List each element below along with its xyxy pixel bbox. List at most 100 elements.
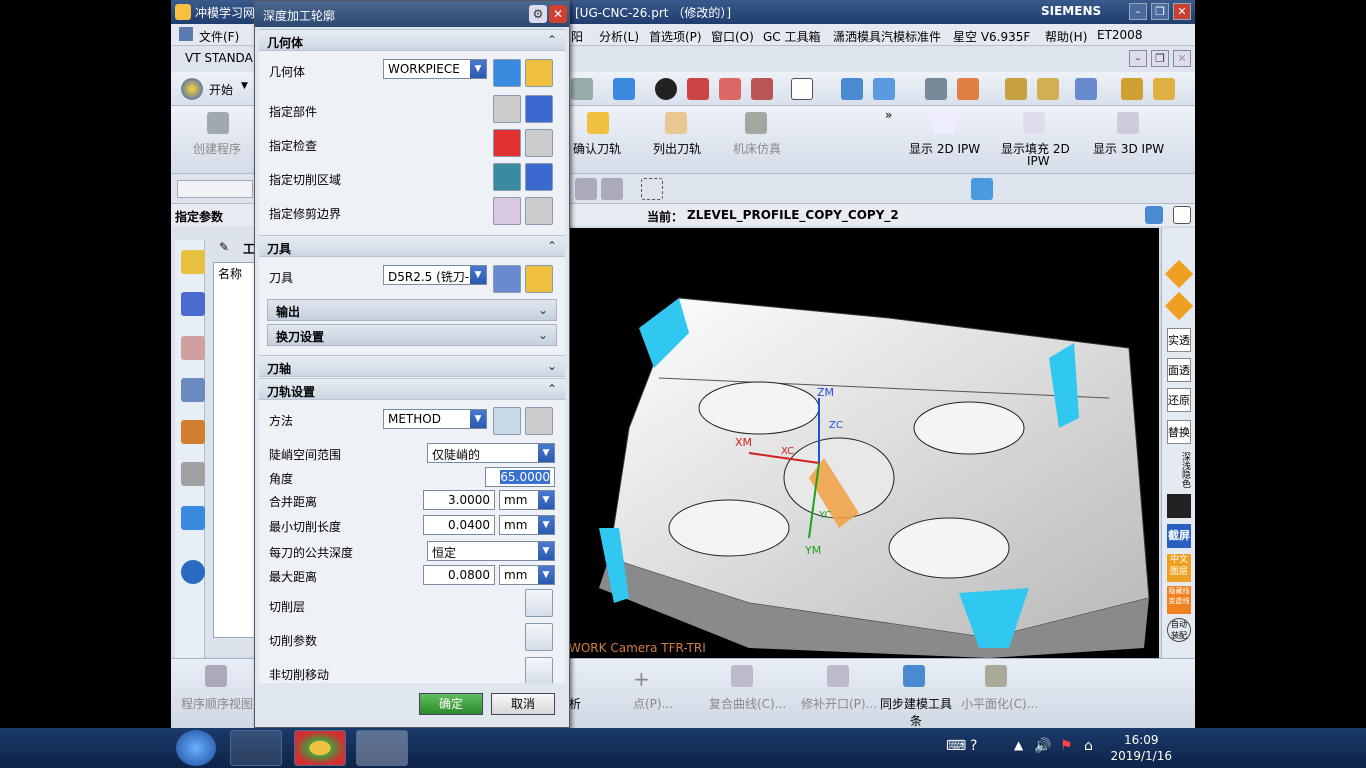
restore-icon[interactable]: ❐ [1151,3,1169,20]
flashlight-disabled-icon[interactable] [525,129,553,157]
method-edit-icon[interactable] [525,407,553,435]
tray-flag-icon[interactable]: ⚑ [1060,738,1073,754]
chevron-down-icon[interactable]: ▼ [538,491,554,509]
nav-library-icon[interactable] [181,506,205,530]
common-depth-select[interactable]: 恒定 ▼ [427,541,555,561]
extrude-icon[interactable] [687,78,709,100]
nav-parts-icon[interactable] [181,420,205,444]
display-icon[interactable] [655,78,677,100]
restore-button[interactable]: 还原 [1167,388,1191,412]
list-toolpath-button[interactable]: 列出刀轨 [653,140,701,157]
point-plus-icon[interactable]: + [633,667,650,691]
section-tool-axis[interactable]: 刀轴 ⌄ [259,355,565,377]
nav-machine-icon[interactable] [181,292,205,316]
section-path-settings[interactable]: 刀轨设置 ⌃ [259,378,565,400]
ruler-icon[interactable] [1153,78,1175,100]
specify-check-icon[interactable] [493,129,521,157]
composite-curve-icon[interactable] [731,665,753,687]
cube-small-icon[interactable] [971,178,993,200]
section-tool[interactable]: 刀具 ⌃ [259,235,565,257]
angle-input[interactable]: 65.0000 [485,467,555,487]
chinese-layer-button[interactable]: 中文图层 [1167,554,1191,582]
move-icon[interactable] [841,78,863,100]
doc-minimize-icon[interactable]: – [1129,50,1147,67]
nx-taskbar-icon[interactable] [356,730,408,766]
composite-curve-button[interactable]: 复合曲线(C)... [709,695,786,712]
start-dropdown-icon[interactable]: ▼ [241,81,248,91]
menu-mold-standard[interactable]: 潇洒模具汽模标准件 [833,28,941,45]
nav-program-icon[interactable] [181,250,205,274]
fit-icon[interactable] [1173,206,1191,224]
nx-start-icon[interactable] [181,78,203,100]
tray-up-icon[interactable]: ▲ [1014,738,1023,752]
show-filled-2d-ipw-line2[interactable]: IPW [1027,154,1050,168]
pan-tool-icon[interactable] [1164,291,1194,321]
flashlight-disabled-icon[interactable] [525,197,553,225]
ok-button[interactable]: 确定 [419,693,483,715]
white-box-icon[interactable] [791,78,813,100]
view-icon[interactable] [1145,206,1163,224]
nav-history-icon[interactable] [181,462,205,486]
section-geometry[interactable]: 几何体 ⌃ [259,29,565,51]
show-filled-2d-ipw-icon[interactable] [1023,112,1045,134]
column-name-header[interactable]: 名称 [218,265,242,282]
facet-button[interactable]: 小平面化(C)... [961,695,1038,712]
replace-button[interactable]: 替换 [1167,420,1191,444]
menu-window[interactable]: 窗口(O) [711,28,754,45]
block-icon[interactable] [613,78,635,100]
collapse-icon[interactable]: ⌃ [547,239,557,253]
layer-icon[interactable] [925,78,947,100]
filter-input[interactable] [177,180,253,198]
screenshot-button[interactable]: 截屏 [1167,524,1191,548]
face-transparent-button[interactable]: 面透 [1167,358,1191,382]
steep-range-select[interactable]: 仅陡峭的 ▼ [427,443,555,463]
graphics-viewport[interactable]: ZM XM YM ZC XC YC WORK Camera TFR-TRI [569,228,1159,658]
sketch-icon[interactable] [571,78,593,100]
method-select[interactable]: METHOD ▼ [383,409,487,429]
doc-close-icon[interactable]: ✕ [1173,50,1191,67]
section-icon[interactable] [751,78,773,100]
menu-gc-toolbox[interactable]: GC 工具箱 [763,28,821,45]
create-program-icon[interactable] [207,112,229,134]
chevron-down-icon[interactable]: ▼ [470,410,486,428]
transparent-button[interactable]: 实透 [1167,328,1191,352]
chevron-down-icon[interactable]: ▼ [538,516,554,534]
point-button[interactable]: 点(P)... [633,695,673,712]
clock[interactable]: 16:09 2019/1/16 [1110,732,1172,764]
navigator-pin-icon[interactable]: ✎ [219,240,229,254]
menu-file[interactable]: 文件(F) [199,28,239,45]
snap-tool-icon-1[interactable] [575,178,597,200]
flashlight-icon[interactable] [525,163,553,191]
analysis-partial[interactable]: 析 [569,695,581,712]
tray-keyboard-icon[interactable]: ⌨ [946,738,966,754]
tray-network-icon[interactable]: ⌂ [1084,738,1093,754]
menu-analysis[interactable]: 分析(L) [599,28,639,45]
verify-toolpath-icon[interactable] [587,112,609,134]
max-distance-input[interactable]: 0.0800 [423,565,495,585]
menu-preferences[interactable]: 首选项(P) [649,28,702,45]
facet-icon[interactable] [985,665,1007,687]
measure-icon[interactable] [1121,78,1143,100]
list-toolpath-icon[interactable] [665,112,687,134]
snap-icon[interactable] [1075,78,1097,100]
chevron-down-icon[interactable]: ▼ [538,444,554,462]
program-order-view[interactable]: 程序顺序视图 [181,695,253,712]
order-view-icon[interactable] [205,665,227,687]
depth-color-button[interactable]: 深浅隐色 [1167,452,1191,488]
method-new-icon[interactable] [493,407,521,435]
doc-restore-icon[interactable]: ❐ [1151,50,1169,67]
nav-info-icon[interactable] [181,560,205,584]
tool-select[interactable]: D5R2.5 (铣刀-5 ▼ [383,265,487,285]
cut-levels-icon[interactable] [525,589,553,617]
expand-icon[interactable]: ⌄ [538,328,548,342]
subsection-output[interactable]: 输出 ⌄ [267,299,557,321]
sync-modeling-icon[interactable] [903,665,925,687]
snap-tool-icon-2[interactable] [601,178,623,200]
flashlight-icon[interactable] [525,95,553,123]
show-2d-ipw-icon[interactable] [933,112,955,134]
cancel-button[interactable]: 取消 [491,693,555,715]
min-cut-length-unit-select[interactable]: mm ▼ [499,515,555,535]
rotate-tool-icon[interactable] [1164,259,1194,289]
explorer-taskbar-icon[interactable] [230,730,282,766]
chrome-taskbar-icon[interactable] [294,730,346,766]
